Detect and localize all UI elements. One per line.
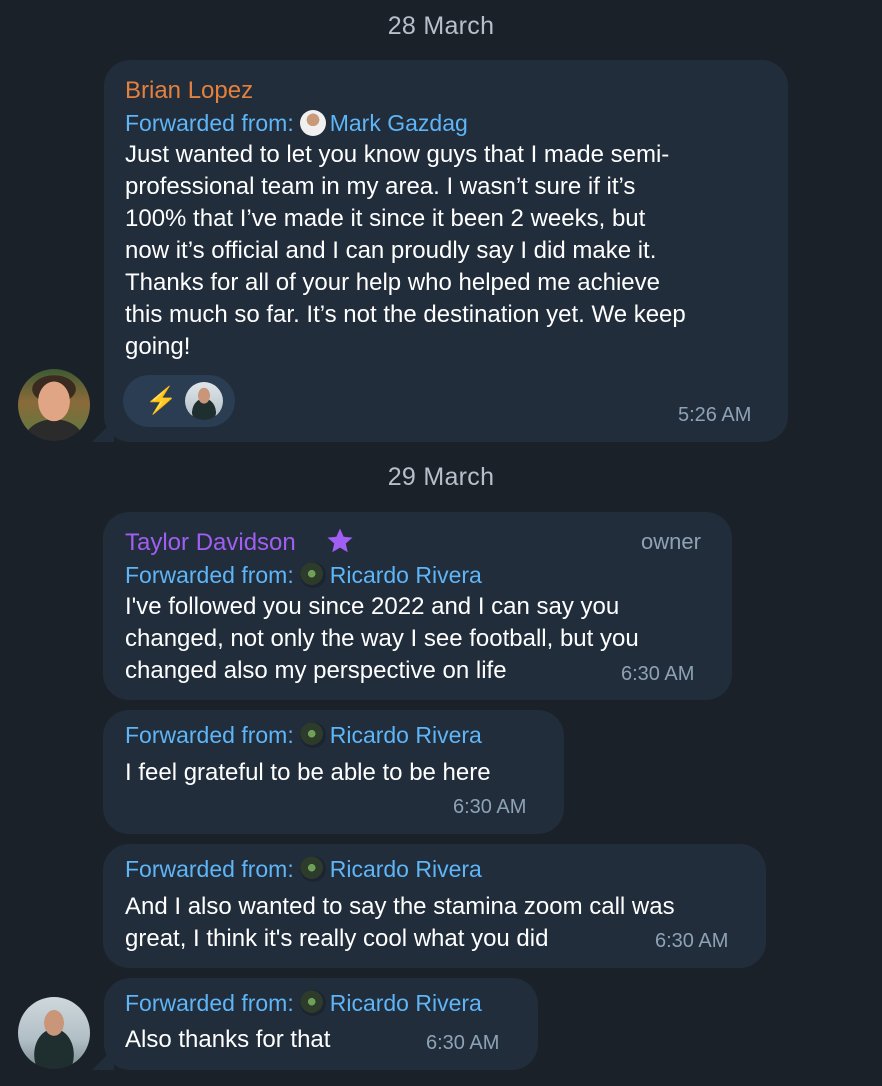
- forwarded-name[interactable]: Ricardo Rivera: [330, 562, 482, 588]
- message-text: I feel grateful to be able to be here: [125, 757, 491, 789]
- forwarded-name[interactable]: Mark Gazdag: [330, 110, 468, 136]
- message-bubble[interactable]: Forwarded from: Ricardo Rivera I feel gra…: [103, 710, 564, 834]
- forwarded-label: Forwarded from:: [125, 990, 294, 1016]
- forwarded-avatar: [299, 562, 326, 588]
- reactor-avatar: [185, 382, 223, 420]
- sender-name[interactable]: Taylor Davidson: [125, 529, 296, 557]
- forwarded-label: Forwarded from:: [125, 856, 294, 882]
- message-line: Also thanks for that: [125, 1026, 331, 1053]
- forwarded-avatar: [299, 856, 326, 882]
- message-time: 6:30 AM: [453, 796, 527, 818]
- message-line: changed, not only the way I see football…: [125, 625, 639, 652]
- message-line: Thanks for all of your help who helped m…: [125, 269, 660, 296]
- message-line: now it’s official and I can proudly say …: [125, 237, 657, 264]
- forwarded-label: Forwarded from:: [125, 722, 294, 748]
- forwarded-name[interactable]: Ricardo Rivera: [330, 856, 482, 882]
- forwarded-label: Forwarded from:: [125, 110, 294, 136]
- message-bubble[interactable]: Taylor Davidson owner Forwarded from: Ric…: [103, 512, 732, 700]
- message-text: I've followed you since 2022 and I can s…: [125, 591, 639, 687]
- avatar[interactable]: [18, 369, 90, 441]
- forwarded-header[interactable]: Forwarded from: Mark Gazdag: [125, 110, 468, 137]
- message-text: Just wanted to let you know guys that I …: [125, 139, 686, 363]
- message-line: And I also wanted to say the stamina zoo…: [125, 893, 675, 920]
- message-line: Just wanted to let you know guys that I …: [125, 141, 670, 168]
- role-badge: owner: [641, 529, 701, 554]
- message-time: 6:30 AM: [426, 1032, 500, 1054]
- message-line: this much so far. It’s not the destinati…: [125, 301, 686, 328]
- message-line: changed also my perspective on life: [125, 657, 507, 684]
- date-separator: 28 March: [387, 12, 495, 40]
- lightning-icon: ⚡: [145, 385, 178, 415]
- message-line: great, I think it's really cool what you…: [125, 925, 549, 952]
- forwarded-avatar: [299, 990, 326, 1016]
- star-icon: [327, 528, 353, 553]
- forwarded-header[interactable]: Forwarded from: Ricardo Rivera: [125, 990, 482, 1017]
- message-line: 100% that I’ve made it since it been 2 w…: [125, 205, 646, 232]
- message-line: going!: [125, 333, 191, 360]
- date-separator: 29 March: [387, 463, 495, 491]
- message-line: I've followed you since 2022 and I can s…: [125, 593, 620, 620]
- forwarded-avatar: [299, 110, 326, 136]
- avatar[interactable]: [18, 997, 90, 1069]
- message-bubble[interactable]: Brian Lopez Forwarded from: Mark Gazdag J…: [104, 60, 788, 442]
- message-time: 6:30 AM: [621, 663, 695, 685]
- message-text: Also thanks for that: [125, 1024, 330, 1056]
- forwarded-name[interactable]: Ricardo Rivera: [330, 722, 482, 748]
- forwarded-header[interactable]: Forwarded from: Ricardo Rivera: [125, 562, 482, 589]
- reaction-chip[interactable]: ⚡: [123, 375, 235, 427]
- message-time: 6:30 AM: [655, 930, 729, 952]
- forwarded-header[interactable]: Forwarded from: Ricardo Rivera: [125, 722, 482, 749]
- message-line: professional team in my area. I wasn’t s…: [125, 173, 636, 200]
- forwarded-header[interactable]: Forwarded from: Ricardo Rivera: [125, 856, 482, 883]
- message-bubble[interactable]: Forwarded from: Ricardo Rivera Also thank…: [104, 978, 538, 1070]
- message-bubble[interactable]: Forwarded from: Ricardo Rivera And I also…: [103, 844, 766, 968]
- forwarded-avatar: [299, 722, 326, 748]
- sender-name[interactable]: Brian Lopez: [125, 77, 253, 105]
- message-text: And I also wanted to say the stamina zoo…: [125, 891, 675, 955]
- message-time: 5:26 AM: [678, 404, 752, 426]
- forwarded-label: Forwarded from:: [125, 562, 294, 588]
- forwarded-name[interactable]: Ricardo Rivera: [330, 990, 482, 1016]
- message-line: I feel grateful to be able to be here: [125, 759, 491, 786]
